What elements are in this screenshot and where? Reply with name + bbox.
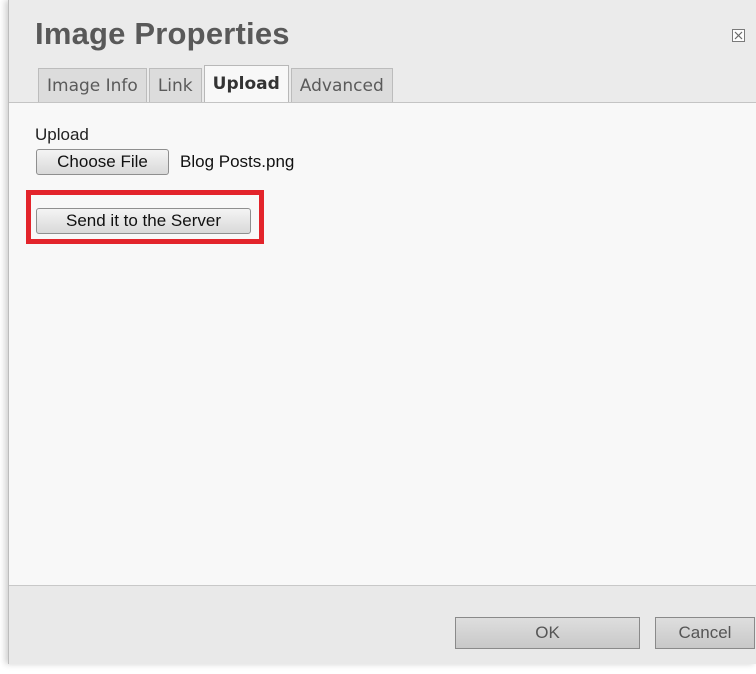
send-to-server-button[interactable]: Send it to the Server bbox=[36, 208, 251, 234]
upload-label: Upload bbox=[35, 125, 89, 144]
tab-link[interactable]: Link bbox=[148, 68, 202, 102]
close-button[interactable] bbox=[732, 29, 745, 42]
image-properties-dialog: Image Properties Image Info Link Upload … bbox=[8, 0, 756, 664]
dialog-footer: OK Cancel bbox=[9, 585, 756, 664]
close-icon bbox=[734, 31, 743, 40]
dialog-header: Image Properties Image Info Link Upload … bbox=[9, 0, 756, 104]
choose-file-button[interactable]: Choose File bbox=[36, 149, 169, 175]
tab-bar: Image Info Link Upload Advanced bbox=[38, 65, 395, 102]
dialog-title: Image Properties bbox=[35, 16, 290, 51]
tab-image-info[interactable]: Image Info bbox=[38, 68, 147, 102]
ok-button[interactable]: OK bbox=[455, 617, 640, 649]
tab-advanced[interactable]: Advanced bbox=[290, 68, 393, 102]
upload-panel: Upload Choose File Blog Posts.png Send i… bbox=[9, 103, 756, 586]
cancel-button[interactable]: Cancel bbox=[655, 617, 755, 649]
selected-file-name: Blog Posts.png bbox=[180, 152, 295, 171]
tab-upload[interactable]: Upload bbox=[203, 65, 289, 102]
